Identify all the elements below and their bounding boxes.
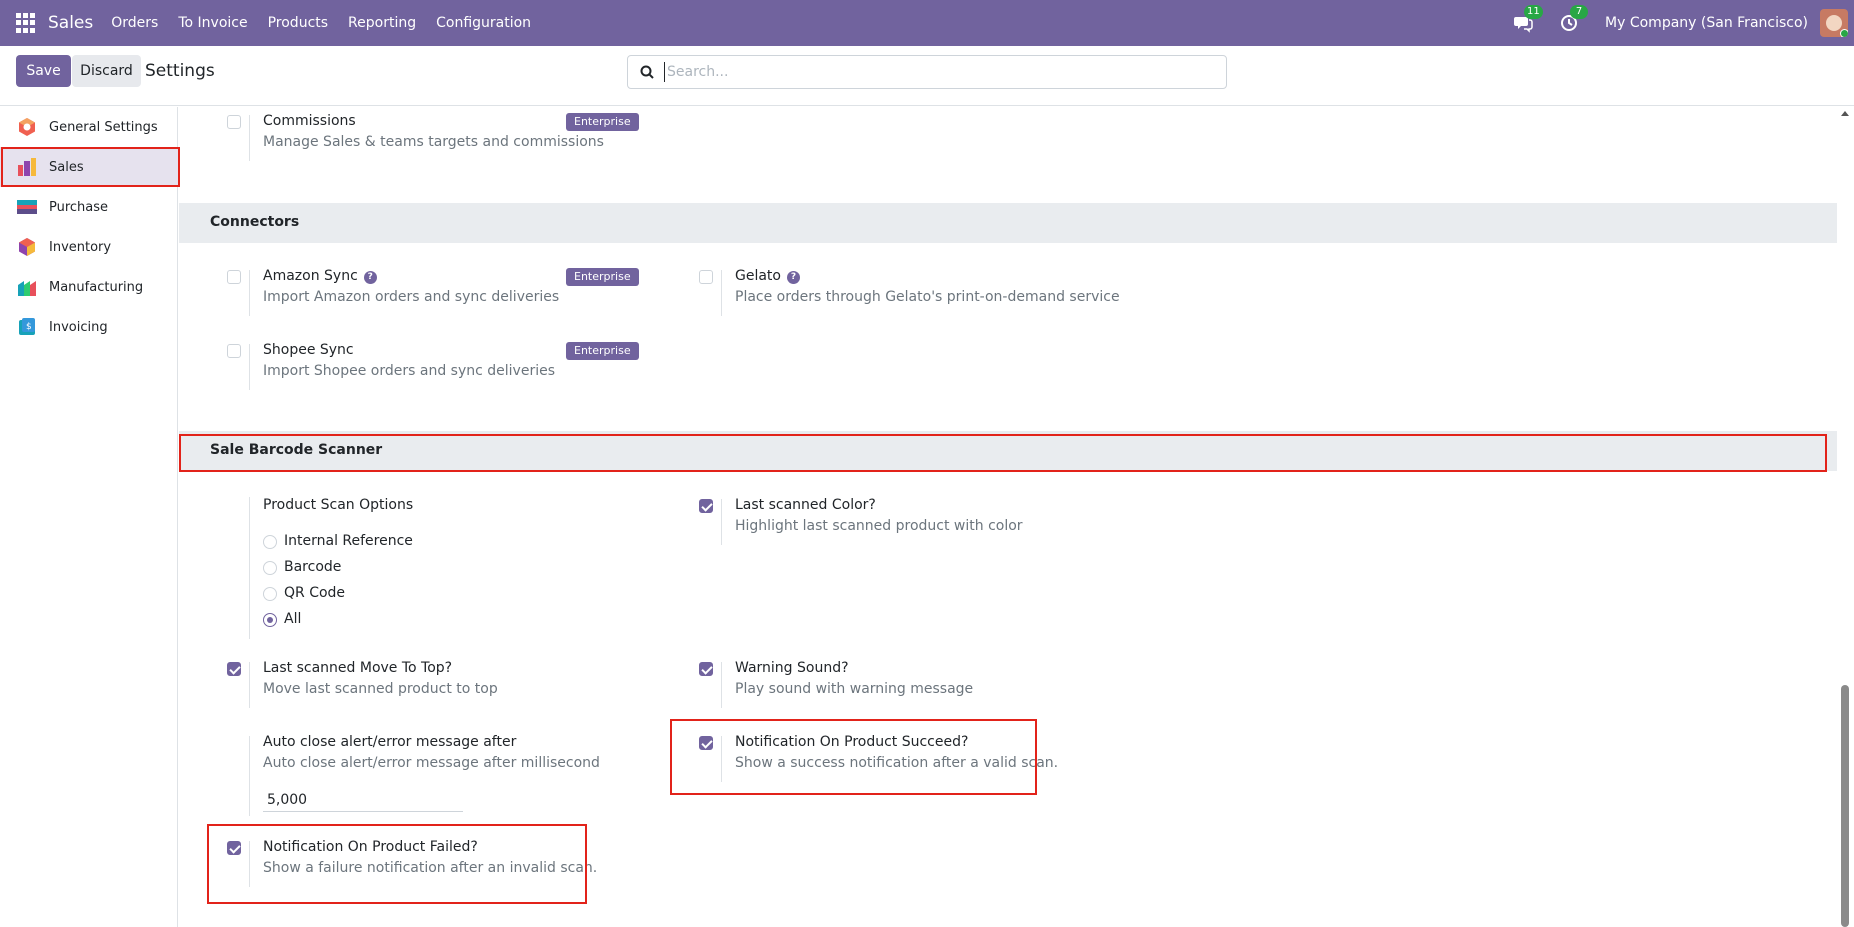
last-scanned-move-top-description: Move last scanned product to top — [263, 681, 498, 697]
radio-qr-code[interactable] — [263, 587, 277, 601]
main-menu: Orders To Invoice Products Reporting Con… — [101, 15, 541, 31]
invoicing-icon: $ — [19, 318, 35, 335]
gelato-checkbox[interactable] — [699, 270, 713, 284]
manufacturing-icon — [18, 281, 36, 296]
amazon-sync-title: Amazon Sync? — [263, 268, 377, 284]
last-scanned-color-description: Highlight last scanned product with colo… — [735, 518, 1023, 534]
purchase-icon — [17, 200, 37, 214]
company-switcher[interactable]: My Company (San Francisco) — [1605, 15, 1808, 31]
commissions-title: Commissions — [263, 113, 356, 129]
radio-label: QR Code — [284, 585, 346, 601]
menu-configuration[interactable]: Configuration — [426, 15, 541, 31]
auto-close-description: Auto close alert/error message after mil… — [263, 755, 600, 771]
radio-barcode[interactable] — [263, 561, 277, 575]
sidebar-item-label: Inventory — [49, 239, 112, 255]
activities-icon[interactable]: 7 — [1559, 5, 1589, 33]
product-scan-options-title: Product Scan Options — [263, 497, 414, 513]
last-scanned-move-top-checkbox[interactable] — [227, 662, 241, 676]
menu-reporting[interactable]: Reporting — [338, 15, 426, 31]
general-settings-icon — [19, 118, 35, 136]
shopee-sync-title: Shopee Sync — [263, 342, 354, 358]
enterprise-badge[interactable]: Enterprise — [566, 113, 639, 131]
section-connectors: Connectors — [179, 203, 1837, 243]
radio-label: All — [284, 611, 302, 627]
content-scrollbar[interactable] — [1837, 107, 1854, 927]
shopee-sync-checkbox[interactable] — [227, 344, 241, 358]
commissions-checkbox[interactable] — [227, 115, 241, 129]
gelato-title: Gelato? — [735, 268, 800, 284]
search-input[interactable] — [664, 62, 1214, 82]
sidebar-item-label: Sales — [49, 159, 84, 175]
sidebar-item-manufacturing[interactable]: Manufacturing — [0, 267, 178, 307]
activities-count-badge: 7 — [1570, 5, 1589, 19]
search-icon — [640, 65, 654, 79]
auto-close-title: Auto close alert/error message after — [263, 734, 517, 750]
notification-succeed-checkbox[interactable] — [699, 736, 713, 750]
menu-to-invoice[interactable]: To Invoice — [168, 15, 257, 31]
warning-sound-description: Play sound with warning message — [735, 681, 974, 697]
last-scanned-color-checkbox[interactable] — [699, 499, 713, 513]
warning-sound-checkbox[interactable] — [699, 662, 713, 676]
notification-succeed-title: Notification On Product Succeed? — [735, 734, 969, 750]
last-scanned-move-top-title: Last scanned Move To Top? — [263, 660, 453, 676]
navbar-systray: 11 7 My Company (San Francisco) — [1513, 0, 1854, 46]
sales-icon — [18, 158, 36, 176]
sidebar-item-sales[interactable]: Sales — [0, 147, 178, 187]
save-button[interactable]: Save — [16, 55, 71, 87]
last-scanned-color-title: Last scanned Color? — [735, 497, 876, 513]
notification-failed-description: Show a failure notification after an inv… — [263, 860, 598, 876]
messages-count-badge: 11 — [1524, 5, 1543, 19]
notification-failed-checkbox[interactable] — [227, 841, 241, 855]
sidebar-item-label: Invoicing — [49, 319, 108, 335]
gelato-description: Place orders through Gelato's print-on-d… — [735, 289, 1120, 305]
amazon-sync-description: Import Amazon orders and sync deliveries — [263, 289, 560, 305]
apps-menu-icon[interactable] — [16, 13, 36, 33]
commissions-description: Manage Sales & teams targets and commiss… — [263, 134, 604, 150]
sidebar-item-label: General Settings — [49, 119, 158, 135]
enterprise-badge[interactable]: Enterprise — [566, 342, 639, 360]
sidebar-item-label: Manufacturing — [49, 279, 144, 295]
warning-sound-title: Warning Sound? — [735, 660, 849, 676]
menu-orders[interactable]: Orders — [101, 15, 168, 31]
menu-products[interactable]: Products — [258, 15, 338, 31]
svg-text:$: $ — [26, 322, 32, 332]
scrollbar-thumb[interactable] — [1841, 685, 1849, 927]
sidebar-item-invoicing[interactable]: $ Invoicing — [0, 307, 178, 347]
scroll-up-arrow-icon[interactable] — [1841, 111, 1849, 116]
radio-internal-reference[interactable] — [263, 535, 277, 549]
auto-close-ms-input[interactable] — [263, 788, 463, 812]
top-navbar: Sales Orders To Invoice Products Reporti… — [0, 0, 1854, 46]
messages-icon[interactable]: 11 — [1513, 5, 1543, 33]
user-avatar[interactable] — [1820, 9, 1848, 37]
sidebar-item-inventory[interactable]: Inventory — [0, 227, 178, 267]
settings-content: Commissions Manage Sales & teams targets… — [179, 107, 1837, 927]
sidebar-item-purchase[interactable]: Purchase — [0, 187, 178, 227]
control-panel: Save Discard Settings — [0, 46, 1854, 106]
help-icon[interactable]: ? — [363, 271, 377, 284]
section-title: Connectors — [210, 214, 300, 230]
notification-succeed-description: Show a success notification after a vali… — [735, 755, 1059, 771]
amazon-sync-checkbox[interactable] — [227, 270, 241, 284]
sidebar-item-label: Purchase — [49, 199, 109, 215]
page-title: Settings — [145, 61, 215, 81]
radio-label: Barcode — [284, 559, 342, 575]
settings-sidebar: General Settings Sales Purchase Inventor… — [0, 107, 178, 927]
shopee-sync-description: Import Shopee orders and sync deliveries — [263, 363, 555, 379]
section-title: Sale Barcode Scanner — [210, 442, 383, 458]
radio-label: Internal Reference — [284, 533, 413, 549]
enterprise-badge[interactable]: Enterprise — [566, 268, 639, 286]
sidebar-item-general-settings[interactable]: General Settings — [0, 107, 178, 147]
app-brand[interactable]: Sales — [48, 13, 93, 33]
search-box[interactable] — [627, 55, 1227, 89]
online-status-dot — [1840, 29, 1848, 37]
radio-all[interactable] — [263, 613, 277, 627]
help-icon[interactable]: ? — [787, 271, 800, 284]
section-sale-barcode-scanner: Sale Barcode Scanner — [179, 431, 1837, 471]
discard-button[interactable]: Discard — [72, 55, 141, 87]
inventory-icon — [19, 238, 35, 256]
notification-failed-title: Notification On Product Failed? — [263, 839, 478, 855]
